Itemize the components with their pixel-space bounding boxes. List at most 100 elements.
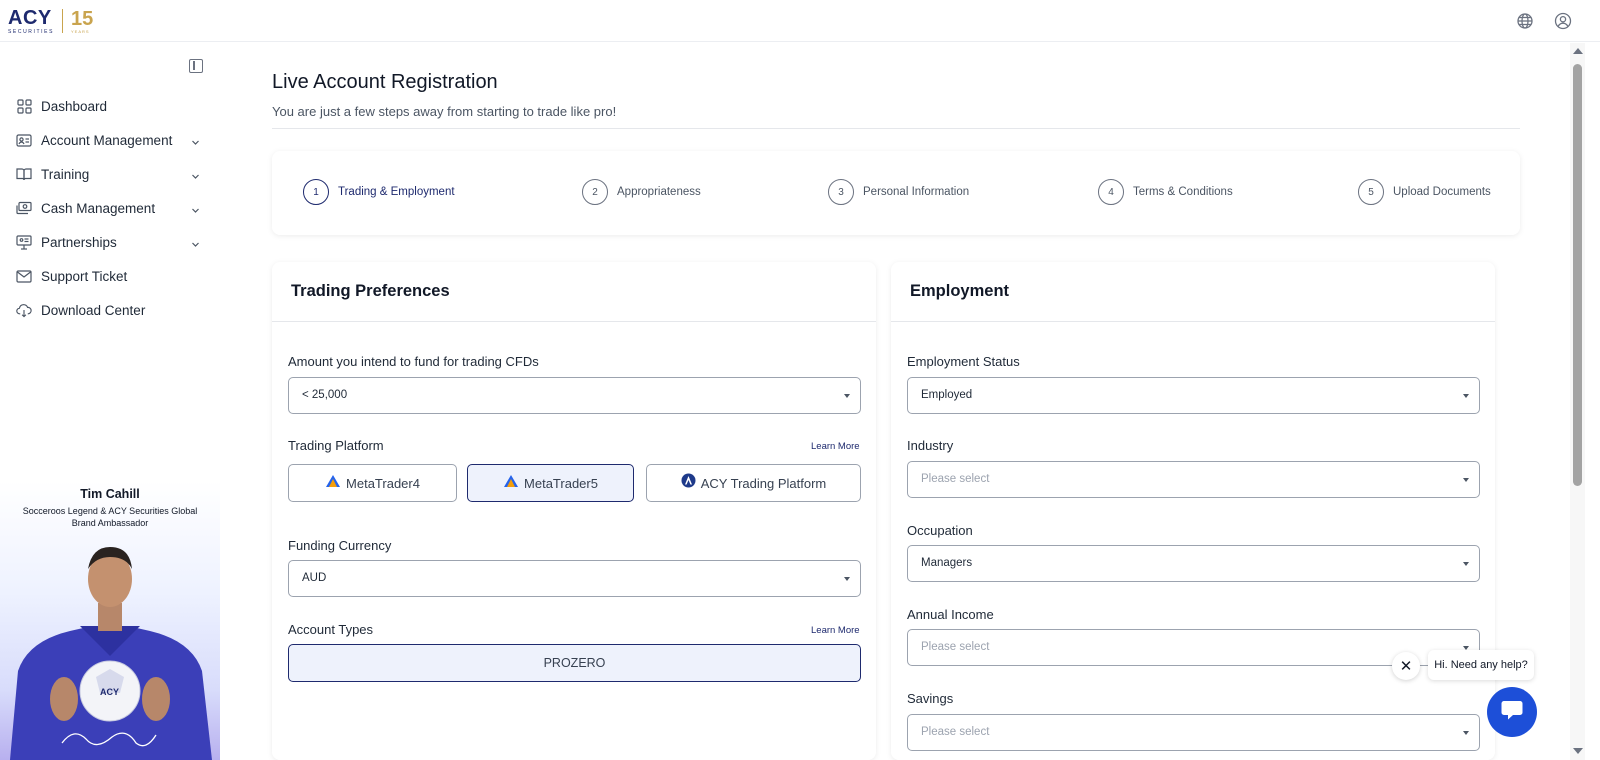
sidebar-item-partnerships[interactable]: Partnerships bbox=[16, 230, 204, 254]
savings-select[interactable]: Please select bbox=[907, 714, 1480, 751]
platform-option-mt5[interactable]: MetaTrader5 bbox=[467, 464, 634, 502]
occupation-value: Managers bbox=[921, 557, 973, 569]
step-label: Appropriateness bbox=[617, 186, 701, 198]
logo-divider bbox=[62, 9, 64, 33]
chevron-down-icon bbox=[191, 134, 200, 152]
account-type-prozero[interactable]: PROZERO bbox=[288, 644, 861, 682]
platform-option-acy[interactable]: ACY Trading Platform bbox=[646, 464, 861, 502]
annual-income-label: Annual Income bbox=[907, 607, 994, 622]
step-number: 1 bbox=[303, 179, 329, 205]
trading-platform-label: Trading Platform bbox=[288, 438, 384, 453]
card-title: Employment bbox=[910, 282, 1010, 300]
collapse-sidebar-icon[interactable] bbox=[189, 59, 203, 73]
savings-label: Savings bbox=[907, 691, 954, 706]
employment-status-select[interactable]: Employed bbox=[907, 377, 1480, 414]
divider bbox=[272, 128, 1520, 129]
acy-logo[interactable]: ACY SECURITIES 15 YEARS bbox=[8, 6, 93, 36]
sidebar-item-label: Support Ticket bbox=[41, 268, 128, 284]
sidebar-item-label: Partnerships bbox=[41, 234, 117, 250]
sidebar-item-download-center[interactable]: Download Center bbox=[16, 298, 204, 322]
occupation-select[interactable]: Managers bbox=[907, 545, 1480, 582]
step-label: Terms & Conditions bbox=[1133, 186, 1233, 198]
sidebar-item-training[interactable]: Training bbox=[16, 162, 204, 186]
sidebar-item-account-management[interactable]: Account Management bbox=[16, 128, 204, 152]
chevron-down-icon bbox=[191, 202, 200, 220]
svg-text:ACY: ACY bbox=[100, 687, 119, 697]
funding-currency-value: AUD bbox=[302, 572, 327, 584]
employment-status-label: Employment Status bbox=[907, 354, 1020, 369]
caret-down-icon bbox=[1463, 394, 1469, 398]
caret-down-icon bbox=[1463, 731, 1469, 735]
page-subtitle: You are just a few steps away from start… bbox=[272, 104, 617, 119]
step-upload-documents[interactable]: 5 Upload Documents bbox=[1358, 179, 1491, 205]
scrollbar-thumb[interactable] bbox=[1573, 64, 1582, 486]
scroll-down-arrow[interactable] bbox=[1573, 748, 1583, 754]
step-label: Upload Documents bbox=[1393, 186, 1491, 198]
industry-placeholder: Please select bbox=[921, 473, 990, 485]
step-label: Trading & Employment bbox=[338, 186, 455, 198]
sidebar-item-support-ticket[interactable]: Support Ticket bbox=[16, 264, 204, 288]
card-header: Employment bbox=[891, 262, 1495, 322]
annual-income-placeholder: Please select bbox=[921, 641, 990, 653]
occupation-label: Occupation bbox=[907, 523, 973, 538]
platform-label: ACY Trading Platform bbox=[700, 475, 827, 491]
platform-label: MetaTrader5 bbox=[524, 475, 598, 491]
platform-option-mt4[interactable]: MetaTrader4 bbox=[288, 464, 457, 502]
sidebar-item-dashboard[interactable]: Dashboard bbox=[16, 94, 204, 118]
registration-stepper: 1 Trading & Employment 2 Appropriateness… bbox=[272, 151, 1520, 235]
trading-preferences-card: Trading Preferences Amount you intend to… bbox=[272, 262, 876, 760]
mail-icon bbox=[16, 268, 32, 284]
step-number: 2 bbox=[582, 179, 608, 205]
step-personal-information[interactable]: 3 Personal Information bbox=[828, 179, 969, 205]
help-bubble[interactable]: Hi. Need any help? bbox=[1428, 650, 1534, 680]
step-number: 4 bbox=[1098, 179, 1124, 205]
cloud-download-icon bbox=[16, 302, 32, 318]
account-types-learn-more-link[interactable]: Learn More bbox=[811, 625, 860, 636]
globe-icon[interactable] bbox=[1516, 12, 1534, 30]
anniversary-number: 15 bbox=[71, 7, 94, 30]
caret-down-icon bbox=[844, 394, 850, 398]
step-trading-employment[interactable]: 1 Trading & Employment bbox=[303, 179, 455, 205]
metatrader-icon bbox=[503, 474, 519, 493]
fund-amount-select[interactable]: < 25,000 bbox=[288, 377, 861, 414]
logo-subtext: SECURITIES bbox=[8, 28, 55, 35]
page-title: Live Account Registration bbox=[272, 71, 498, 93]
chat-launcher-button[interactable] bbox=[1487, 687, 1537, 737]
id-card-icon bbox=[16, 132, 32, 148]
step-terms-conditions[interactable]: 4 Terms & Conditions bbox=[1098, 179, 1233, 205]
step-label: Personal Information bbox=[863, 186, 970, 198]
employment-card: Employment Employment Status Employed In… bbox=[891, 262, 1495, 760]
user-icon[interactable] bbox=[1554, 12, 1572, 30]
caret-down-icon bbox=[1463, 478, 1469, 482]
sidebar-item-label: Account Management bbox=[41, 132, 173, 148]
main-content: Live Account Registration You are just a… bbox=[220, 43, 1570, 760]
scroll-up-arrow[interactable] bbox=[1573, 48, 1583, 54]
industry-select[interactable]: Please select bbox=[907, 461, 1480, 498]
fund-amount-label: Amount you intend to fund for trading CF… bbox=[288, 354, 539, 369]
step-number: 5 bbox=[1358, 179, 1384, 205]
sidebar-item-label: Dashboard bbox=[41, 98, 108, 114]
sidebar: Dashboard Account Management Training Ca… bbox=[0, 43, 220, 760]
fund-amount-value: < 25,000 bbox=[302, 389, 348, 401]
sidebar-item-cash-management[interactable]: Cash Management bbox=[16, 196, 204, 220]
top-bar: ACY SECURITIES 15 YEARS bbox=[0, 0, 1600, 42]
help-close-button[interactable]: ✕ bbox=[1392, 652, 1420, 680]
step-number: 3 bbox=[828, 179, 854, 205]
acy-platform-icon bbox=[681, 473, 696, 493]
card-title: Trading Preferences bbox=[291, 282, 450, 300]
sidebar-item-label: Training bbox=[41, 166, 90, 182]
metatrader-icon bbox=[325, 474, 341, 493]
caret-down-icon bbox=[1463, 562, 1469, 566]
step-appropriateness[interactable]: 2 Appropriateness bbox=[582, 179, 701, 205]
account-types-label: Account Types bbox=[288, 622, 374, 637]
funding-currency-select[interactable]: AUD bbox=[288, 560, 861, 597]
funding-currency-label: Funding Currency bbox=[288, 538, 392, 553]
ambassador-banner: Tim Cahill Socceroos Legend & ACY Securi… bbox=[0, 481, 220, 760]
dashboard-icon bbox=[16, 98, 32, 114]
book-icon bbox=[16, 166, 32, 182]
card-header: Trading Preferences bbox=[272, 262, 876, 322]
platform-learn-more-link[interactable]: Learn More bbox=[811, 441, 860, 452]
presentation-icon bbox=[16, 234, 32, 250]
chevron-down-icon bbox=[191, 236, 200, 254]
savings-placeholder: Please select bbox=[921, 726, 990, 738]
